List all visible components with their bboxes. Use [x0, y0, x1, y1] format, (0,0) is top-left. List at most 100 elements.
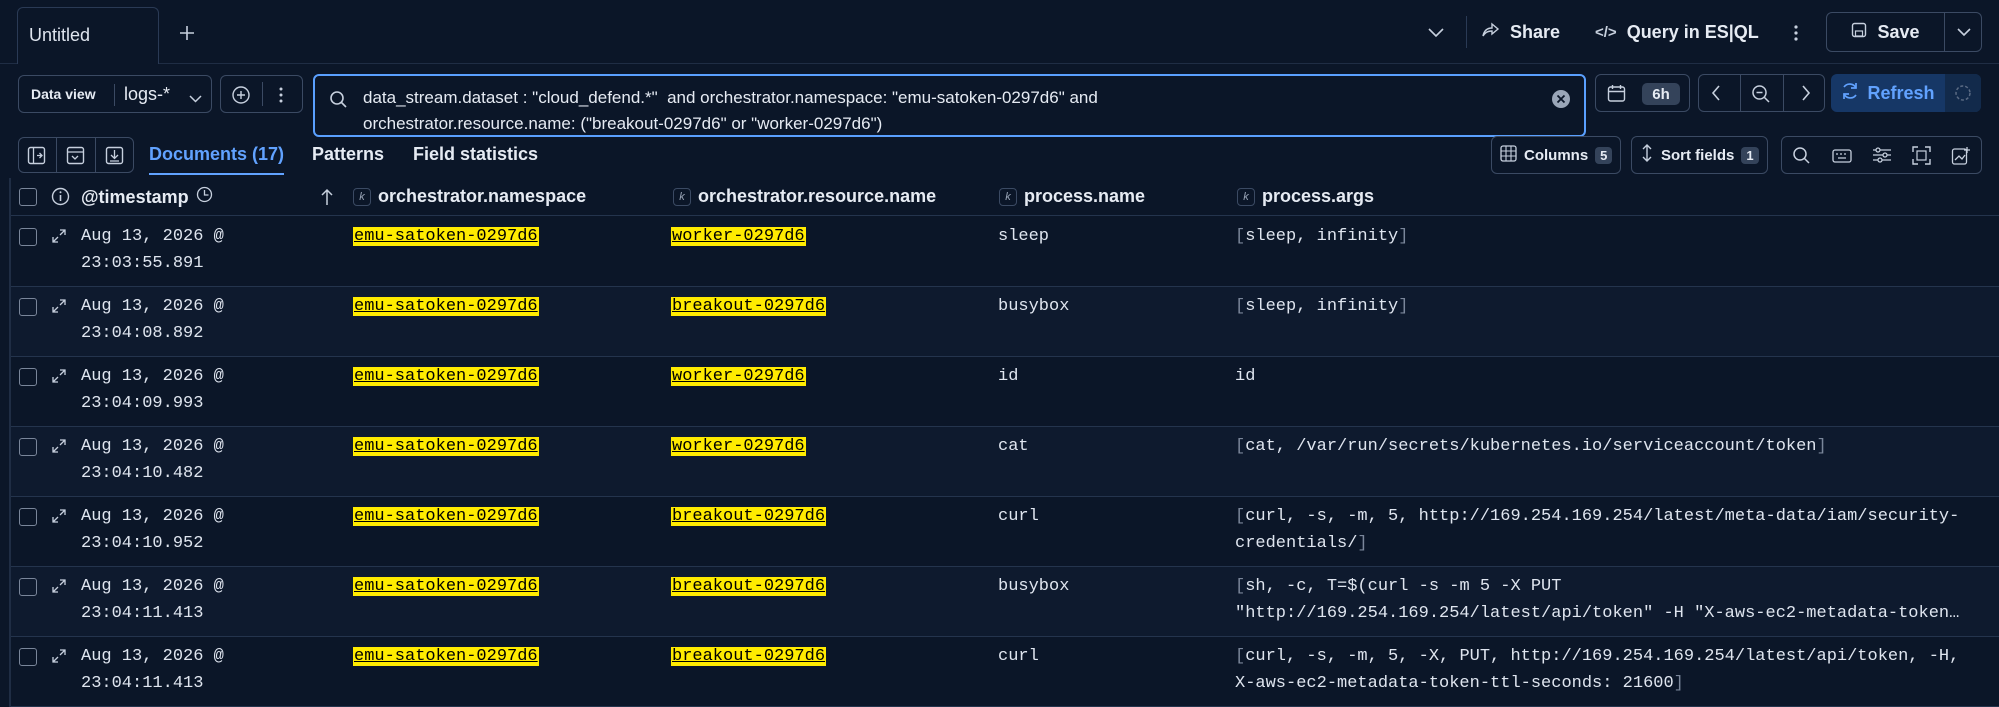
resource-name-value[interactable]: breakout-0297d6	[671, 647, 827, 666]
keyword-type-icon: k	[999, 187, 1017, 206]
sort-fields-button[interactable]: Sort fields 1	[1631, 136, 1768, 174]
expand-row-icon[interactable]	[51, 508, 67, 528]
save-options-chevron-icon[interactable]	[1945, 13, 1982, 51]
table-row[interactable]: Aug 13, 2026 @23:04:08.892 emu-satoken-02…	[11, 287, 1999, 357]
row-checkbox[interactable]	[19, 578, 37, 596]
expand-row-icon[interactable]	[51, 648, 67, 668]
auto-refresh-icon[interactable]	[1945, 74, 1981, 112]
args-line-2: "http://169.254.169.254/latest/api/token…	[1235, 604, 1960, 623]
select-all-checkbox[interactable]	[19, 188, 37, 206]
row-checkbox[interactable]	[19, 438, 37, 456]
column-header-process-name[interactable]: k process.name	[999, 186, 1145, 207]
table-row[interactable]: Aug 13, 2026 @23:04:09.993 emu-satoken-02…	[11, 357, 1999, 427]
namespace-value[interactable]: emu-satoken-0297d6	[353, 507, 539, 526]
chart-toggle-icon[interactable]	[66, 146, 85, 170]
chevron-left-icon[interactable]	[1711, 85, 1721, 106]
query-in-esql-button[interactable]: </> Query in ES|QL	[1595, 13, 1759, 51]
share-icon	[1482, 22, 1500, 43]
namespace-value[interactable]: emu-satoken-0297d6	[353, 437, 539, 456]
resource-name-value[interactable]: breakout-0297d6	[671, 297, 827, 316]
more-options-icon[interactable]	[1781, 18, 1811, 48]
process-name-cell: curl	[998, 647, 1039, 666]
sort-icon	[1640, 144, 1654, 166]
info-icon[interactable]	[51, 187, 70, 211]
process-name-cell: curl	[998, 507, 1039, 526]
share-button[interactable]: Share	[1482, 13, 1560, 51]
resource-name-value[interactable]: breakout-0297d6	[671, 507, 827, 526]
namespace-cell: emu-satoken-0297d6	[353, 643, 539, 670]
row-checkbox[interactable]	[19, 508, 37, 526]
row-checkbox[interactable]	[19, 298, 37, 316]
add-filter-icon[interactable]	[231, 85, 251, 110]
data-view-selector[interactable]: Data view logs-*	[18, 75, 212, 113]
expand-row-icon[interactable]	[51, 228, 67, 248]
clear-query-icon[interactable]	[1551, 89, 1571, 114]
plus-icon[interactable]	[172, 18, 202, 48]
process-args-cell: [curl, -s, -m, 5, http://169.254.169.254…	[1235, 503, 1959, 557]
table-row[interactable]: Aug 13, 2026 @23:04:11.413 emu-satoken-02…	[11, 567, 1999, 637]
refresh-button-group: Refresh	[1831, 74, 1981, 112]
table-row[interactable]: Aug 13, 2026 @23:04:11.413 emu-satoken-02…	[11, 637, 1999, 707]
refresh-button[interactable]: Refresh	[1831, 74, 1945, 112]
sort-ascending-icon[interactable]	[320, 188, 334, 211]
columns-button[interactable]: Columns 5	[1491, 136, 1622, 174]
chevron-down-icon	[189, 90, 202, 108]
panel-toggle-icon[interactable]	[27, 146, 46, 170]
row-checkbox[interactable]	[19, 368, 37, 386]
search-input[interactable]: data_stream.dataset : "cloud_defend.*" a…	[313, 74, 1586, 137]
column-header-namespace[interactable]: k orchestrator.namespace	[353, 186, 586, 207]
layout-button-group	[18, 137, 134, 173]
query-text: data_stream.dataset : "cloud_defend.*" a…	[363, 88, 1098, 133]
expand-row-icon[interactable]	[51, 438, 67, 458]
table-row[interactable]: Aug 13, 2026 @23:04:10.952 emu-satoken-02…	[11, 497, 1999, 567]
search-icon[interactable]	[1792, 146, 1811, 170]
column-header-timestamp[interactable]: @timestamp	[81, 186, 213, 208]
namespace-value[interactable]: emu-satoken-0297d6	[353, 227, 539, 246]
namespace-cell: emu-satoken-0297d6	[353, 433, 539, 460]
expand-row-icon[interactable]	[51, 578, 67, 598]
namespace-value[interactable]: emu-satoken-0297d6	[353, 647, 539, 666]
zoom-out-icon[interactable]	[1751, 84, 1771, 109]
chevron-right-icon[interactable]	[1801, 85, 1811, 106]
download-icon[interactable]	[105, 146, 124, 170]
namespace-cell: emu-satoken-0297d6	[353, 293, 539, 320]
resource-name-value[interactable]: worker-0297d6	[671, 437, 806, 456]
namespace-cell: emu-satoken-0297d6	[353, 503, 539, 530]
add-to-dashboard-icon[interactable]	[1951, 146, 1971, 171]
tab-field-statistics[interactable]: Field statistics	[413, 144, 538, 165]
row-checkbox[interactable]	[19, 648, 37, 666]
tab-patterns[interactable]: Patterns	[312, 144, 384, 165]
resource-name-cell: breakout-0297d6	[671, 573, 827, 600]
chevron-down-icon[interactable]	[1421, 18, 1451, 48]
data-view-label: Data view	[31, 86, 96, 102]
resource-name-value[interactable]: breakout-0297d6	[671, 577, 827, 596]
namespace-value[interactable]: emu-satoken-0297d6	[353, 367, 539, 386]
fullscreen-icon[interactable]	[1912, 146, 1931, 170]
date-picker[interactable]: 6h	[1595, 74, 1690, 112]
time-range-badge: 6h	[1642, 83, 1680, 105]
save-icon	[1851, 22, 1867, 43]
namespace-value[interactable]: emu-satoken-0297d6	[353, 297, 539, 316]
column-header-resource-name[interactable]: k orchestrator.resource.name	[673, 186, 936, 207]
query-menu-icon[interactable]	[279, 87, 283, 108]
namespace-value[interactable]: emu-satoken-0297d6	[353, 577, 539, 596]
resource-name-cell: worker-0297d6	[671, 223, 806, 250]
table-row[interactable]: Aug 13, 2026 @23:03:55.891 emu-satoken-02…	[11, 217, 1999, 287]
display-settings-icon[interactable]	[1872, 146, 1892, 169]
tab-documents[interactable]: Documents (17)	[149, 144, 285, 175]
timestamp-cell: Aug 13, 2026 @23:04:09.993	[81, 367, 224, 413]
args-line-1: [sh, -c, T=$(curl -s -m 5 -X PUT	[1235, 577, 1562, 596]
save-button[interactable]: Save	[1827, 13, 1945, 51]
tab-untitled[interactable]: Untitled	[17, 7, 159, 64]
process-args-cell: id	[1235, 363, 1255, 390]
expand-row-icon[interactable]	[51, 298, 67, 318]
resource-name-value[interactable]: worker-0297d6	[671, 227, 806, 246]
timestamp-cell: Aug 13, 2026 @23:03:55.891	[81, 227, 224, 273]
resource-name-value[interactable]: worker-0297d6	[671, 367, 806, 386]
table-row[interactable]: Aug 13, 2026 @23:04:10.482 emu-satoken-02…	[11, 427, 1999, 497]
column-header-process-args[interactable]: k process.args	[1237, 186, 1374, 207]
row-checkbox[interactable]	[19, 228, 37, 246]
keyboard-icon[interactable]	[1832, 146, 1852, 169]
expand-row-icon[interactable]	[51, 368, 67, 388]
process-args-cell: [curl, -s, -m, 5, -X, PUT, http://169.25…	[1235, 643, 1959, 697]
